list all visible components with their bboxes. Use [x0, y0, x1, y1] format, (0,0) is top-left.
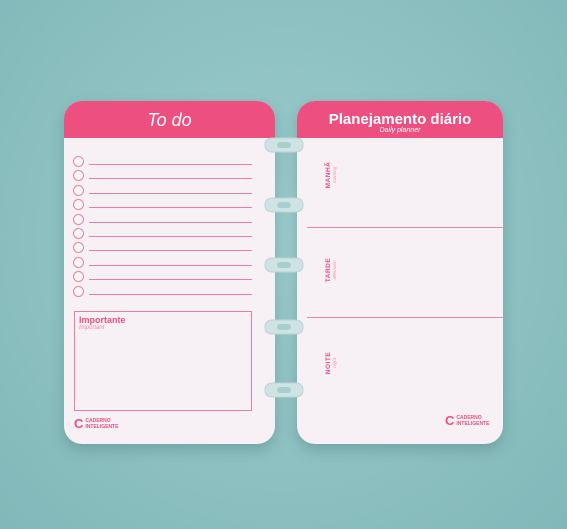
checklist-row[interactable]	[73, 285, 252, 297]
write-line	[89, 221, 252, 223]
brand-logo: C CADERNO INTELIGENTE	[74, 417, 118, 430]
planner-title: Planejamento diário	[328, 111, 472, 128]
section-divider	[307, 227, 503, 228]
binder-ring-icon	[264, 319, 304, 335]
checklist-row[interactable]	[73, 227, 252, 239]
checkbox-circle-icon[interactable]	[73, 285, 84, 297]
write-line	[89, 293, 252, 295]
checklist-row[interactable]	[73, 155, 252, 167]
section-night-en: night	[332, 358, 337, 368]
write-line	[89, 250, 252, 252]
binder-ring-icon	[264, 382, 304, 398]
checklist-row[interactable]	[73, 198, 252, 211]
checkbox-circle-icon[interactable]	[73, 170, 84, 182]
section-night: NOITE night	[325, 333, 337, 393]
checkbox-circle-icon[interactable]	[73, 242, 84, 254]
checklist-row[interactable]	[73, 241, 252, 254]
checkbox-circle-icon[interactable]	[73, 213, 84, 225]
planner-header: Planejamento diário Daily planner	[297, 101, 503, 138]
checkbox-circle-icon[interactable]	[73, 256, 84, 268]
important-box: Importante Important	[74, 311, 252, 411]
todo-header: To do	[64, 101, 275, 138]
checkbox-circle-icon[interactable]	[73, 271, 84, 283]
important-label: Importante	[79, 315, 126, 325]
binder-ring-icon	[264, 197, 304, 213]
section-afternoon: TARDE afternoon	[325, 240, 337, 300]
write-line	[89, 178, 252, 180]
checkbox-circle-icon[interactable]	[73, 199, 84, 211]
write-line	[89, 192, 252, 194]
checklist-row[interactable]	[73, 256, 252, 268]
brand-logo: C CADERNO INTELIGENTE	[445, 414, 489, 427]
write-line	[89, 207, 252, 209]
write-line	[89, 236, 252, 237]
section-morning: MANHÃ morning	[325, 145, 337, 205]
write-line	[89, 164, 252, 165]
planner-subtitle: Daily planner	[379, 127, 421, 134]
checkbox-circle-icon[interactable]	[73, 156, 84, 167]
todo-title: To do	[147, 110, 192, 130]
logo-line-2: INTELIGENTE	[456, 420, 490, 427]
write-line	[89, 279, 252, 281]
binder-ring-icon	[264, 137, 304, 153]
binder-ring-icon	[264, 257, 304, 273]
logo-c-icon: C	[445, 413, 455, 428]
important-label-en: Important	[79, 325, 105, 331]
section-morning-en: morning	[332, 166, 337, 184]
section-afternoon-en: afternoon	[332, 260, 337, 280]
todo-page: To do Importante Important C CADERNO INT…	[64, 101, 275, 444]
checklist-row[interactable]	[73, 270, 252, 283]
write-line	[89, 264, 252, 266]
logo-line-2: INTELIGENTE	[85, 423, 119, 430]
section-morning-label: MANHÃ	[325, 161, 332, 189]
checklist-row[interactable]	[73, 213, 252, 225]
section-divider	[307, 317, 503, 318]
section-afternoon-label: TARDE	[325, 257, 332, 283]
daily-planner-page: Planejamento diário Daily planner MANHÃ …	[297, 101, 503, 444]
section-night-label: NOITE	[325, 351, 332, 375]
checkbox-circle-icon[interactable]	[73, 228, 84, 239]
checklist-row[interactable]	[73, 184, 252, 196]
checkbox-circle-icon[interactable]	[73, 184, 84, 196]
checklist-row[interactable]	[73, 169, 252, 182]
logo-c-icon: C	[74, 416, 84, 431]
